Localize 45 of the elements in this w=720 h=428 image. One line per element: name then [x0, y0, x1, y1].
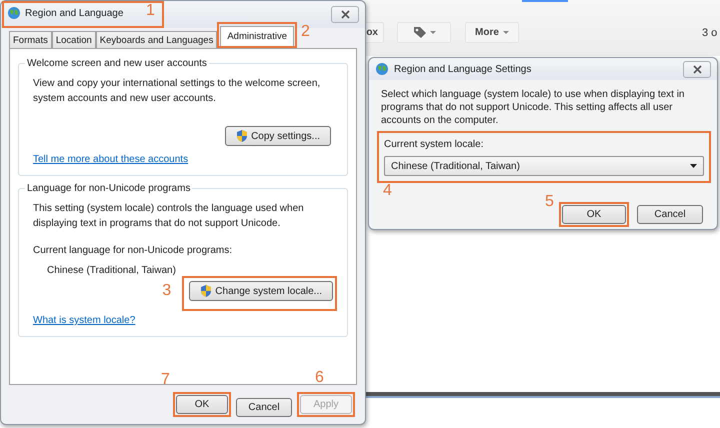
tab[interactable]: Administrative — [220, 26, 294, 46]
locale-dropdown[interactable]: Chinese (Traditional, Taiwan) — [384, 156, 704, 176]
description-text: This setting (system locale) controls the language used when displaying text in programs that do not support Unicode. — [33, 202, 305, 231]
field-value: Chinese (Traditional, Taiwan) — [47, 264, 177, 278]
globe-icon — [375, 62, 389, 76]
more-button[interactable]: More — [465, 22, 519, 43]
window-title: Region and Language — [25, 6, 124, 21]
help-link[interactable]: What is system locale? — [33, 313, 136, 328]
tab[interactable]: Formats — [9, 31, 52, 48]
callout-number: 6 — [315, 370, 324, 386]
label-menu-button[interactable] — [397, 22, 451, 43]
close-icon — [692, 64, 702, 74]
window-title: Region and Language Settings — [394, 62, 532, 76]
callout-number: 4 — [383, 183, 392, 199]
tab[interactable]: Location — [52, 31, 96, 48]
shield-icon — [236, 129, 248, 143]
callout-number: 7 — [161, 372, 170, 388]
field-label: Current language for non-Unicode programs: — [33, 244, 233, 258]
button[interactable]: Change system locale... — [189, 281, 333, 301]
description-text: Select which language (system locale) to use when displaying text in programs that do not support Unicode. This setting affects all user accounts on the computer. — [380, 88, 686, 127]
button[interactable]: OK — [176, 395, 228, 414]
globe-icon — [7, 6, 21, 20]
button[interactable]: OK — [562, 205, 626, 224]
caret-icon — [430, 31, 436, 34]
close-icon — [340, 10, 350, 19]
callout-number: 2 — [301, 24, 310, 40]
caret-icon — [690, 164, 697, 168]
page-count: 3 o — [702, 26, 718, 41]
shield-icon — [200, 284, 212, 298]
close-button[interactable] — [683, 60, 711, 78]
tab[interactable]: Keyboards and Languages — [96, 31, 218, 48]
tag-icon — [412, 26, 426, 39]
caret-icon — [502, 31, 509, 34]
callout-number: 1 — [146, 2, 155, 19]
button[interactable]: Cancel — [236, 398, 292, 417]
field-label: Current system locale: — [384, 138, 484, 152]
button[interactable]: Cancel — [637, 205, 703, 224]
group-title: Language for non-Unicode programs — [25, 181, 192, 196]
button[interactable]: Copy settings... — [225, 126, 331, 146]
toolbar-label: ox — [366, 26, 378, 40]
close-button[interactable] — [331, 6, 359, 23]
callout-number: 5 — [545, 194, 554, 210]
help-link[interactable]: Tell me more about these accounts — [33, 152, 188, 167]
description-text: View and copy your international settings to the welcome screen, system accounts and new user accounts. — [33, 77, 322, 106]
callout-number: 3 — [162, 283, 172, 299]
